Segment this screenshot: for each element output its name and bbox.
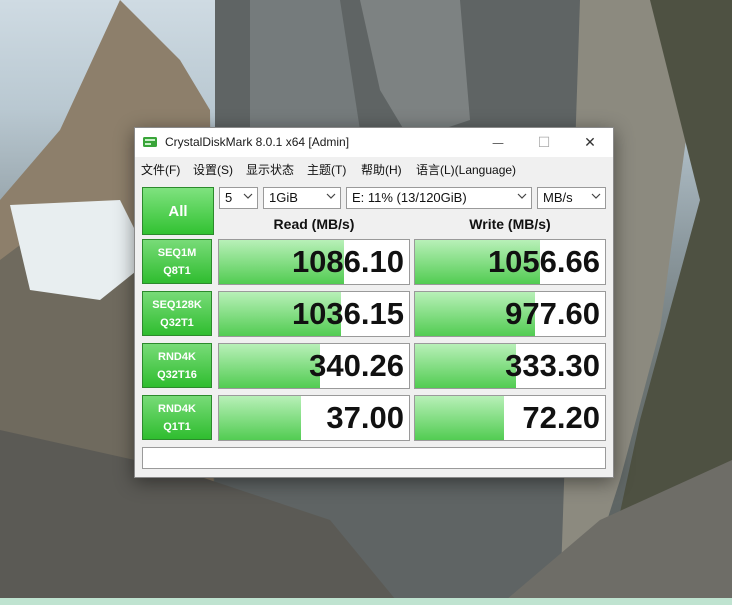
comment-input[interactable]	[142, 447, 606, 469]
menu-language[interactable]: 语言(L)(Language)	[416, 161, 516, 178]
test-name: SEQ128K	[152, 298, 202, 311]
maximize-icon: ☐	[537, 134, 551, 151]
write-value: 333.30	[505, 348, 600, 383]
read-result-cell: 340.26	[218, 343, 410, 389]
crystaldiskmark-icon	[143, 137, 157, 147]
chevron-down-icon	[243, 193, 253, 199]
menu-settings[interactable]: 设置(S)	[193, 161, 233, 178]
read-result-cell: 1036.15	[218, 291, 410, 337]
test-name: SEQ1M	[157, 246, 197, 259]
drive-value: E: 11% (13/120GiB)	[352, 190, 467, 205]
close-button[interactable]: ✕	[567, 128, 613, 157]
test-size-select[interactable]: 1GiB	[263, 187, 341, 209]
minimize-icon: —	[492, 135, 504, 150]
write-result-cell: 72.20	[414, 395, 606, 441]
test-count-select[interactable]: 5	[219, 187, 258, 209]
read-value: 340.26	[309, 348, 404, 383]
menu-theme[interactable]: 主题(T)	[307, 161, 346, 178]
test-params: Q32T16	[157, 368, 197, 381]
unit-select[interactable]: MB/s	[537, 187, 606, 209]
test-params: Q8T1	[163, 264, 191, 277]
write-value: 1056.66	[487, 244, 600, 279]
test-button-rnd4k-q32t16[interactable]: RND4K Q32T16	[142, 343, 212, 388]
write-result-cell: 333.30	[414, 343, 606, 389]
test-button-seq128k-q32t1[interactable]: SEQ128K Q32T1	[142, 291, 212, 336]
write-value: 72.20	[522, 400, 600, 435]
write-value: 977.60	[505, 296, 600, 331]
write-result-cell: 977.60	[414, 291, 606, 337]
all-button[interactable]: All	[142, 187, 214, 235]
minimize-button[interactable]: —	[475, 128, 521, 157]
test-size-value: 1GiB	[269, 190, 298, 205]
close-icon: ✕	[584, 134, 596, 151]
menu-display-status[interactable]: 显示状态	[246, 161, 294, 178]
write-progress-bar	[415, 344, 516, 388]
window-title: CrystalDiskMark 8.0.1 x64 [Admin]	[165, 135, 350, 149]
write-header: Write (MB/s)	[469, 216, 551, 232]
menu-bar: 文件(F) 设置(S) 显示状态 主题(T) 帮助(H) 语言(L)(Langu…	[135, 157, 613, 179]
test-button-seq1m-q8t1[interactable]: SEQ1M Q8T1	[142, 239, 212, 284]
read-header: Read (MB/s)	[273, 216, 355, 232]
maximize-button[interactable]: ☐	[521, 128, 567, 157]
test-count-value: 5	[225, 190, 233, 205]
read-value: 37.00	[326, 400, 404, 435]
menu-help[interactable]: 帮助(H)	[361, 161, 402, 178]
read-result-cell: 37.00	[218, 395, 410, 441]
menu-file[interactable]: 文件(F)	[141, 161, 180, 178]
test-name: RND4K	[158, 402, 196, 415]
read-progress-bar	[219, 396, 301, 440]
test-name: RND4K	[158, 350, 196, 363]
read-progress-bar	[219, 344, 320, 388]
unit-value: MB/s	[543, 190, 573, 205]
chevron-down-icon	[326, 193, 336, 199]
test-params: Q32T1	[160, 316, 194, 329]
test-params: Q1T1	[163, 420, 191, 433]
read-value: 1036.15	[291, 296, 404, 331]
crystaldiskmark-window: CrystalDiskMark 8.0.1 x64 [Admin] — ☐ ✕ …	[134, 127, 614, 478]
read-result-cell: 1086.10	[218, 239, 410, 285]
write-result-cell: 1056.66	[414, 239, 606, 285]
drive-select[interactable]: E: 11% (13/120GiB)	[346, 187, 532, 209]
chevron-down-icon	[517, 193, 527, 199]
chevron-down-icon	[591, 193, 601, 199]
read-value: 1086.10	[291, 244, 404, 279]
write-progress-bar	[415, 396, 505, 440]
title-bar[interactable]: CrystalDiskMark 8.0.1 x64 [Admin] — ☐ ✕	[135, 128, 613, 157]
test-button-rnd4k-q1t1[interactable]: RND4K Q1T1	[142, 395, 212, 440]
